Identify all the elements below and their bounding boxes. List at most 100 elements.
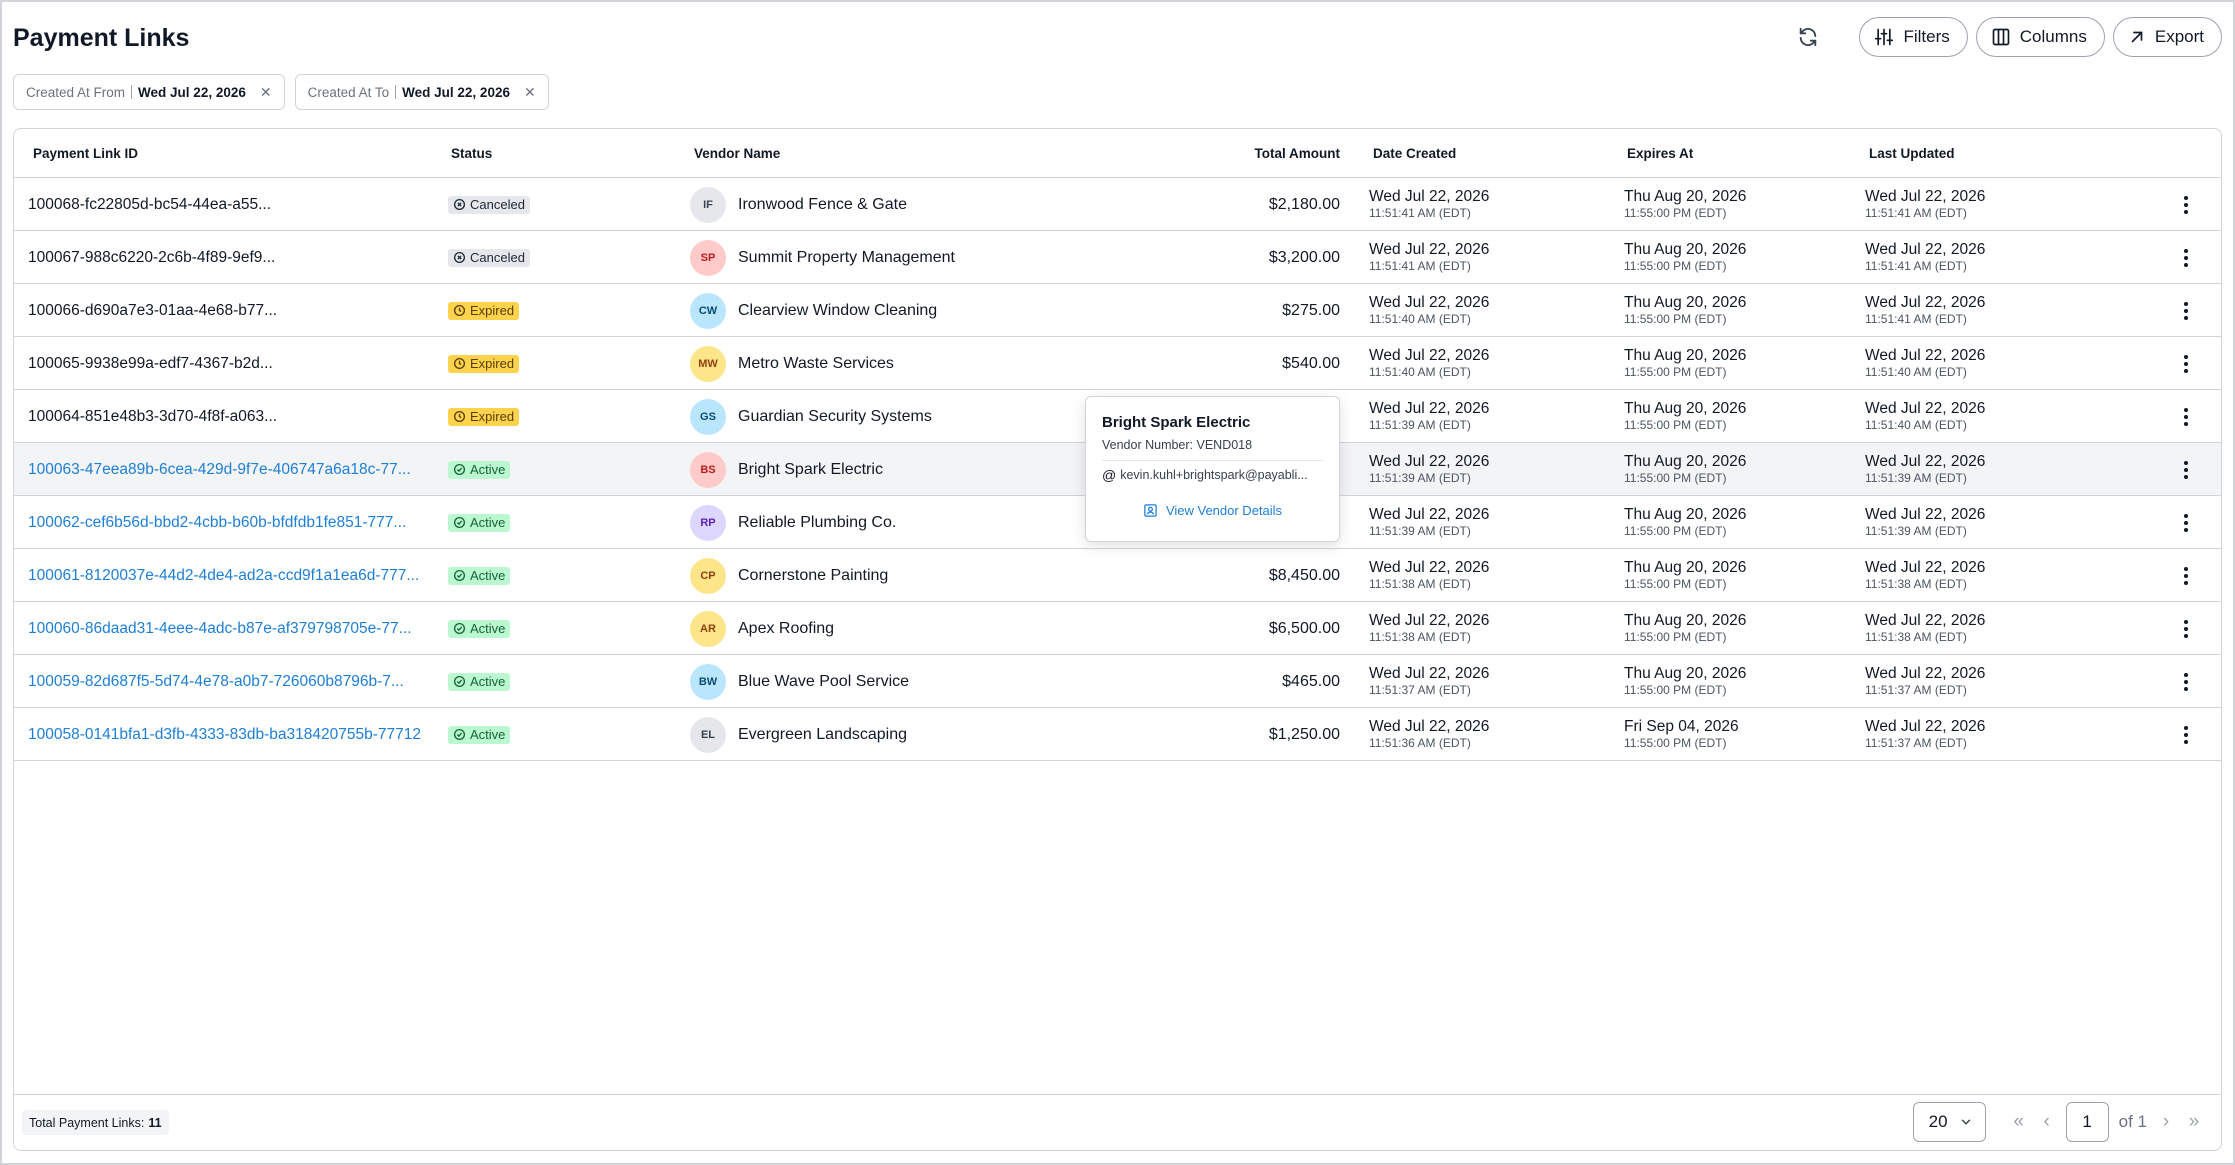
vendor-avatar: MW [690,345,726,382]
date-created: Wed Jul 22, 2026 11:51:38 AM (EDT) [1369,602,1489,655]
row-menu-button[interactable] [2176,443,2196,496]
header-total-amount[interactable]: Total Amount [1164,146,1340,161]
last-updated: Wed Jul 22, 2026 11:51:37 AM (EDT) [1865,708,1985,761]
previous-page-icon[interactable]: ‹ [2038,1111,2056,1133]
export-button[interactable]: Export [2112,17,2222,57]
table-row[interactable]: 100065-9938e99a-edf7-4367-b2d... Expired M… [14,337,2221,390]
more-vertical-icon [2184,566,2188,585]
close-icon[interactable]: ✕ [524,84,536,101]
total-count: Total Payment Links: 11 [22,1110,169,1135]
vendor-cell[interactable]: GS Guardian Security Systems [690,390,932,443]
payment-link-id[interactable]: 100058-0141bfa1-d3fb-4333-83db-ba3184207… [28,708,448,761]
close-icon[interactable]: ✕ [260,84,272,101]
row-menu-button[interactable] [2176,284,2196,337]
filters-button[interactable]: Filters [1859,17,1968,57]
row-menu-button[interactable] [2176,655,2196,708]
vendor-cell[interactable]: RP Reliable Plumbing Co. [690,496,896,549]
page-number-input[interactable]: 1 [2065,1102,2109,1142]
arrow-up-right-icon [2131,31,2143,43]
table-row[interactable]: 100058-0141bfa1-d3fb-4333-83db-ba3184207… [14,708,2221,761]
date-text: Wed Jul 22, 2026 [1865,400,1986,417]
more-vertical-icon [2184,407,2188,426]
date-text: Wed Jul 22, 2026 [1865,559,1986,576]
row-menu-button[interactable] [2176,390,2196,443]
expires-at: Thu Aug 20, 2026 11:55:00 PM (EDT) [1624,178,1746,231]
next-page-icon[interactable]: › [2157,1111,2175,1133]
header-expires-at[interactable]: Expires At [1627,146,1693,161]
columns-label: Columns [2019,27,2087,46]
date-text: Wed Jul 22, 2026 [1369,294,1490,311]
table-row[interactable]: 100059-82d687f5-5d74-4e78-a0b7-726060b87… [14,655,2221,708]
page-size-value: 20 [1928,1112,1948,1131]
status-text: Active [470,727,506,742]
payment-link-id[interactable]: 100063-47eea89b-6cea-429d-9f7e-406747a6a… [28,443,448,496]
date-text: Thu Aug 20, 2026 [1624,665,1747,682]
x-circle-icon [453,251,466,264]
sliders-icon [1875,28,1894,46]
vendor-cell[interactable]: BS Bright Spark Electric [690,443,883,496]
table-row[interactable]: 100060-86daad31-4eee-4adc-b87e-af3797987… [14,602,2221,655]
time-text: 11:51:40 AM (EDT) [1865,418,1967,432]
row-menu-button[interactable] [2176,708,2196,761]
vendor-cell[interactable]: AR Apex Roofing [690,602,834,655]
more-vertical-icon [2184,301,2188,320]
check-circle-icon [453,463,466,476]
chip-divider [131,85,133,99]
time-text: 11:51:36 AM (EDT) [1369,736,1471,750]
payment-link-id[interactable]: 100061-8120037e-44d2-4de4-ad2a-ccd9f1a1e… [28,549,448,602]
vendor-cell[interactable]: CW Clearview Window Cleaning [690,284,937,337]
vendor-cell[interactable]: MW Metro Waste Services [690,337,894,390]
first-page-icon[interactable]: « [2010,1111,2028,1133]
header-last-updated[interactable]: Last Updated [1869,146,1955,161]
view-vendor-details-link[interactable]: View Vendor Details [1086,503,1339,518]
row-menu-button[interactable] [2176,496,2196,549]
vendor-avatar: CP [690,557,726,594]
payment-link-id[interactable]: 100060-86daad31-4eee-4adc-b87e-af3797987… [28,602,448,655]
time-text: 11:51:41 AM (EDT) [1865,206,1967,220]
row-menu-button[interactable] [2176,231,2196,284]
table-row[interactable]: 100066-d690a7e3-01aa-4e68-b77... Expired C… [14,284,2221,337]
payment-link-id[interactable]: 100062-cef6b56d-bbd2-4cbb-b60b-bfdfdb1fe… [28,496,448,549]
filter-chip-created-to[interactable]: Created At To Wed Jul 22, 2026 ✕ [294,74,549,110]
header-vendor-name[interactable]: Vendor Name [694,146,780,161]
vendor-cell[interactable]: BW Blue Wave Pool Service [690,655,909,708]
table-row[interactable]: 100067-988c6220-2c6b-4f89-9ef9... Cancele… [14,231,2221,284]
date-text: Wed Jul 22, 2026 [1865,665,1986,682]
page-size-select[interactable]: 20 [1912,1102,1986,1142]
last-updated: Wed Jul 22, 2026 11:51:40 AM (EDT) [1865,337,1985,390]
filter-chips: Created At From Wed Jul 22, 2026 ✕ Creat… [13,74,549,110]
refresh-button[interactable] [1787,17,1829,57]
vendor-name: Guardian Security Systems [738,407,932,425]
filter-chip-created-from[interactable]: Created At From Wed Jul 22, 2026 ✕ [13,74,285,110]
check-circle-icon [453,516,466,529]
payment-link-id[interactable]: 100059-82d687f5-5d74-4e78-a0b7-726060b87… [28,655,448,708]
row-menu-button[interactable] [2176,549,2196,602]
time-text: 11:51:39 AM (EDT) [1865,524,1967,538]
vendor-popover: Bright Spark Electric Vendor Number: VEN… [1085,396,1340,542]
vendor-cell[interactable]: SP Summit Property Management [690,231,955,284]
columns-button[interactable]: Columns [1975,17,2105,57]
vendor-cell[interactable]: EL Evergreen Landscaping [690,708,907,761]
row-menu-button[interactable] [2176,178,2196,231]
row-menu-button[interactable] [2176,337,2196,390]
time-text: 11:55:00 PM (EDT) [1624,577,1727,591]
expires-at: Thu Aug 20, 2026 11:55:00 PM (EDT) [1624,602,1746,655]
date-created: Wed Jul 22, 2026 11:51:40 AM (EDT) [1369,337,1489,390]
more-vertical-icon [2184,460,2188,479]
row-menu-button[interactable] [2176,602,2196,655]
last-updated: Wed Jul 22, 2026 11:51:37 AM (EDT) [1865,655,1985,708]
vendor-cell[interactable]: CP Cornerstone Painting [690,549,888,602]
header-payment-link-id[interactable]: Payment Link ID [33,146,138,161]
vendor-name: Apex Roofing [738,619,835,637]
export-label: Export [2154,27,2204,46]
table-row[interactable]: 100061-8120037e-44d2-4de4-ad2a-ccd9f1a1e… [14,549,2221,602]
date-created: Wed Jul 22, 2026 11:51:39 AM (EDT) [1369,496,1489,549]
header-status[interactable]: Status [451,146,492,161]
popover-vendor-name: Bright Spark Electric [1102,414,1251,431]
last-updated: Wed Jul 22, 2026 11:51:41 AM (EDT) [1865,178,1985,231]
last-page-icon[interactable]: » [2185,1111,2203,1133]
table-row[interactable]: 100068-fc22805d-bc54-44ea-a55... Canceled… [14,178,2221,231]
header-date-created[interactable]: Date Created [1373,146,1456,161]
time-text: 11:51:39 AM (EDT) [1369,418,1471,432]
vendor-cell[interactable]: IF Ironwood Fence & Gate [690,178,907,231]
